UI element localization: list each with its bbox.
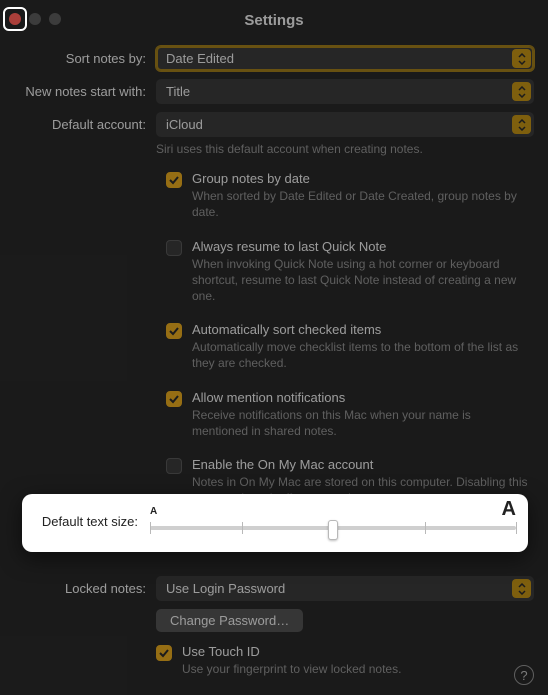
option-title: Allow mention notifications [192,390,530,405]
option-mention-notifications[interactable]: Allow mention notifications Receive noti… [166,390,530,439]
checkbox-icon[interactable] [166,391,182,407]
default-account-value: iCloud [166,117,203,132]
sort-notes-popup[interactable]: Date Edited [156,46,534,71]
locked-notes-label: Locked notes: [14,576,156,596]
minimize-icon[interactable] [29,13,41,25]
text-size-slider[interactable] [150,526,516,530]
option-resume-quick-note[interactable]: Always resume to last Quick Note When in… [166,239,530,305]
checkbox-icon[interactable] [156,645,172,661]
small-a-icon: A [150,506,157,517]
checkbox-icon[interactable] [166,458,182,474]
option-sub: Automatically move checklist items to th… [192,339,530,371]
default-account-popup[interactable]: iCloud [156,112,534,137]
option-title: Group notes by date [192,171,530,186]
locked-notes-popup[interactable]: Use Login Password [156,576,534,601]
help-button[interactable]: ? [514,665,534,685]
window-title: Settings [244,12,303,29]
option-title: Use Touch ID [182,644,534,659]
updown-icon [512,115,531,134]
sort-notes-value: Date Edited [166,51,234,66]
checkbox-icon[interactable] [166,172,182,188]
zoom-icon[interactable] [49,13,61,25]
option-autosort-checked[interactable]: Automatically sort checked items Automat… [166,322,530,371]
option-title: Automatically sort checked items [192,322,530,337]
new-notes-popup[interactable]: Title [156,79,534,104]
option-title: Always resume to last Quick Note [192,239,530,254]
new-notes-value: Title [166,84,190,99]
option-touch-id[interactable]: Use Touch ID Use your fingerprint to vie… [156,644,534,677]
default-account-label: Default account: [14,112,156,132]
option-group-by-date[interactable]: Group notes by date When sorted by Date … [166,171,530,220]
checkbox-icon[interactable] [166,323,182,339]
updown-icon [512,49,531,68]
option-sub: Receive notifications on this Mac when y… [192,407,530,439]
option-sub: When invoking Quick Note using a hot cor… [192,256,530,305]
updown-icon [512,82,531,101]
option-sub: When sorted by Date Edited or Date Creat… [192,188,530,220]
sort-notes-label: Sort notes by: [14,46,156,66]
new-notes-label: New notes start with: [14,79,156,99]
change-password-button[interactable]: Change Password… [156,609,303,632]
large-a-icon: A [502,498,516,521]
option-sub: Use your fingerprint to view locked note… [182,661,534,677]
close-button-highlight [3,7,27,31]
slider-thumb[interactable] [328,520,338,540]
checkbox-icon[interactable] [166,240,182,256]
default-text-size-panel: Default text size: A A [22,494,528,552]
option-title: Enable the On My Mac account [192,457,530,472]
window-titlebar: Settings [0,0,548,40]
default-account-hint: Siri uses this default account when crea… [156,141,534,157]
text-size-label: Default text size: [34,514,140,529]
locked-notes-value: Use Login Password [166,581,285,596]
updown-icon [512,579,531,598]
